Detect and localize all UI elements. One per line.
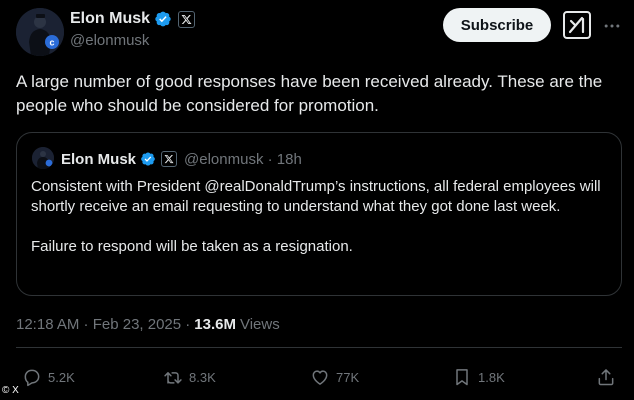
author: Elon Musk @elonmusk (70, 9, 196, 49)
author-name[interactable]: Elon Musk (70, 10, 150, 28)
avatar[interactable]: c (16, 8, 64, 56)
views-count: 13.6M (194, 316, 236, 333)
quote-body: Consistent with President @realDonaldTru… (31, 177, 611, 257)
repost-button[interactable]: 8.3K (163, 362, 216, 392)
reply-count: 5.2K (48, 369, 75, 385)
x-affiliation-icon[interactable] (161, 151, 178, 167)
share-button[interactable] (596, 362, 616, 392)
reply-button[interactable]: 5.2K (22, 362, 75, 392)
copyright-credit: © X (2, 385, 19, 396)
subscribe-button[interactable]: Subscribe (443, 8, 551, 42)
action-bar: 5.2K 8.3K 77K 1.8K (0, 362, 634, 392)
quoted-post[interactable]: Elon Musk @elonmusk · 18h Consistent wit… (16, 132, 622, 296)
post-meta: 12:18 AM · Feb 23, 2025 · 13.6M Views (16, 316, 280, 333)
quote-author-name[interactable]: Elon Musk (61, 151, 136, 168)
verified-badge-icon[interactable] (140, 151, 156, 167)
quote-avatar[interactable] (32, 147, 54, 169)
svg-text:c: c (49, 38, 54, 48)
bookmark-button[interactable]: 1.8K (452, 362, 505, 392)
quote-paragraph: Consistent with President @realDonaldTru… (31, 178, 601, 215)
post-text: A large number of good responses have be… (16, 72, 603, 115)
verified-badge-icon[interactable] (154, 10, 172, 28)
like-icon (312, 370, 328, 385)
quote-meta: @elonmusk · 18h (184, 150, 302, 168)
timestamp[interactable]: 12:18 AM · Feb 23, 2025 · (16, 316, 190, 333)
x-affiliation-icon[interactable] (178, 10, 196, 28)
author-handle[interactable]: @elonmusk (70, 32, 195, 49)
quote-paragraph: Failure to respond will be taken as a re… (31, 238, 353, 255)
divider (16, 347, 622, 348)
share-icon (598, 369, 614, 386)
views-label: Views (239, 316, 280, 333)
repost-icon (164, 372, 182, 384)
quote-header: Elon Musk @elonmusk · 18h (61, 149, 302, 169)
grok-icon[interactable] (561, 8, 593, 42)
more-icon[interactable] (600, 14, 624, 38)
like-button[interactable]: 77K (310, 362, 359, 392)
reply-icon (24, 369, 40, 387)
bookmark-count: 1.8K (478, 369, 505, 385)
like-count: 77K (336, 369, 360, 385)
repost-count: 8.3K (189, 369, 216, 385)
bookmark-icon (456, 369, 468, 386)
post: c Elon Musk @elonmusk Subscribe A large … (0, 0, 634, 400)
